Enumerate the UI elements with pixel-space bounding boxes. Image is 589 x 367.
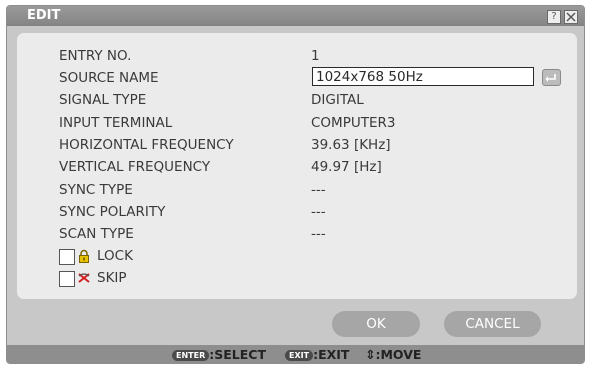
edit-dialog: EDIT ? ENTRY NO. 1 SOURCE NAME 1024x768 … bbox=[6, 5, 585, 364]
field-label: SYNC POLARITY bbox=[59, 204, 166, 220]
select-hint: ENTER:SELECT bbox=[172, 347, 266, 362]
field-label: SOURCE NAME bbox=[59, 70, 159, 86]
lock-label: LOCK bbox=[97, 248, 133, 264]
field-value: 39.63 [KHz] bbox=[311, 137, 391, 153]
title-bar: EDIT ? bbox=[7, 6, 584, 26]
exit-key-icon: EXIT bbox=[285, 350, 314, 361]
field-value: 49.97 [Hz] bbox=[311, 159, 382, 175]
lock-checkbox[interactable] bbox=[59, 249, 75, 265]
lock-icon bbox=[79, 249, 89, 263]
field-label: SIGNAL TYPE bbox=[59, 92, 147, 108]
enter-key-icon: ENTER bbox=[172, 350, 210, 361]
enter-icon bbox=[545, 74, 556, 82]
skip-label: SKIP bbox=[97, 270, 127, 286]
field-label: SYNC TYPE bbox=[59, 182, 133, 198]
select-hint-text: :SELECT bbox=[209, 347, 266, 362]
field-value: --- bbox=[311, 182, 326, 198]
field-label: SCAN TYPE bbox=[59, 226, 134, 242]
close-icon bbox=[566, 12, 576, 22]
field-label: VERTICAL FREQUENCY bbox=[59, 159, 211, 175]
help-bar: ENTER:SELECT EXIT:EXIT ⇕:MOVE bbox=[7, 345, 584, 363]
exit-hint: EXIT:EXIT bbox=[285, 347, 349, 362]
dialog-title: EDIT bbox=[27, 8, 61, 23]
close-button[interactable] bbox=[564, 10, 578, 24]
help-button[interactable]: ? bbox=[547, 10, 561, 24]
cancel-button[interactable]: CANCEL bbox=[444, 311, 541, 337]
field-value: --- bbox=[311, 226, 326, 242]
ok-button[interactable]: OK bbox=[332, 311, 420, 337]
field-value: 1 bbox=[311, 48, 320, 64]
field-label: INPUT TERMINAL bbox=[59, 115, 173, 131]
source-name-input[interactable]: 1024x768 50Hz bbox=[312, 67, 534, 86]
field-value: --- bbox=[311, 204, 326, 220]
move-hint-text: :MOVE bbox=[375, 347, 422, 362]
field-value: COMPUTER3 bbox=[311, 115, 396, 131]
move-hint: ⇕:MOVE bbox=[365, 347, 421, 362]
up-down-arrow-icon: ⇕ bbox=[365, 347, 376, 362]
source-name-enter-button[interactable] bbox=[542, 69, 561, 86]
skip-icon bbox=[78, 273, 90, 283]
field-label: HORIZONTAL FREQUENCY bbox=[59, 137, 234, 153]
field-value: DIGITAL bbox=[311, 92, 364, 108]
field-label: ENTRY NO. bbox=[59, 48, 132, 64]
skip-checkbox[interactable] bbox=[59, 271, 75, 287]
exit-hint-text: :EXIT bbox=[313, 347, 350, 362]
